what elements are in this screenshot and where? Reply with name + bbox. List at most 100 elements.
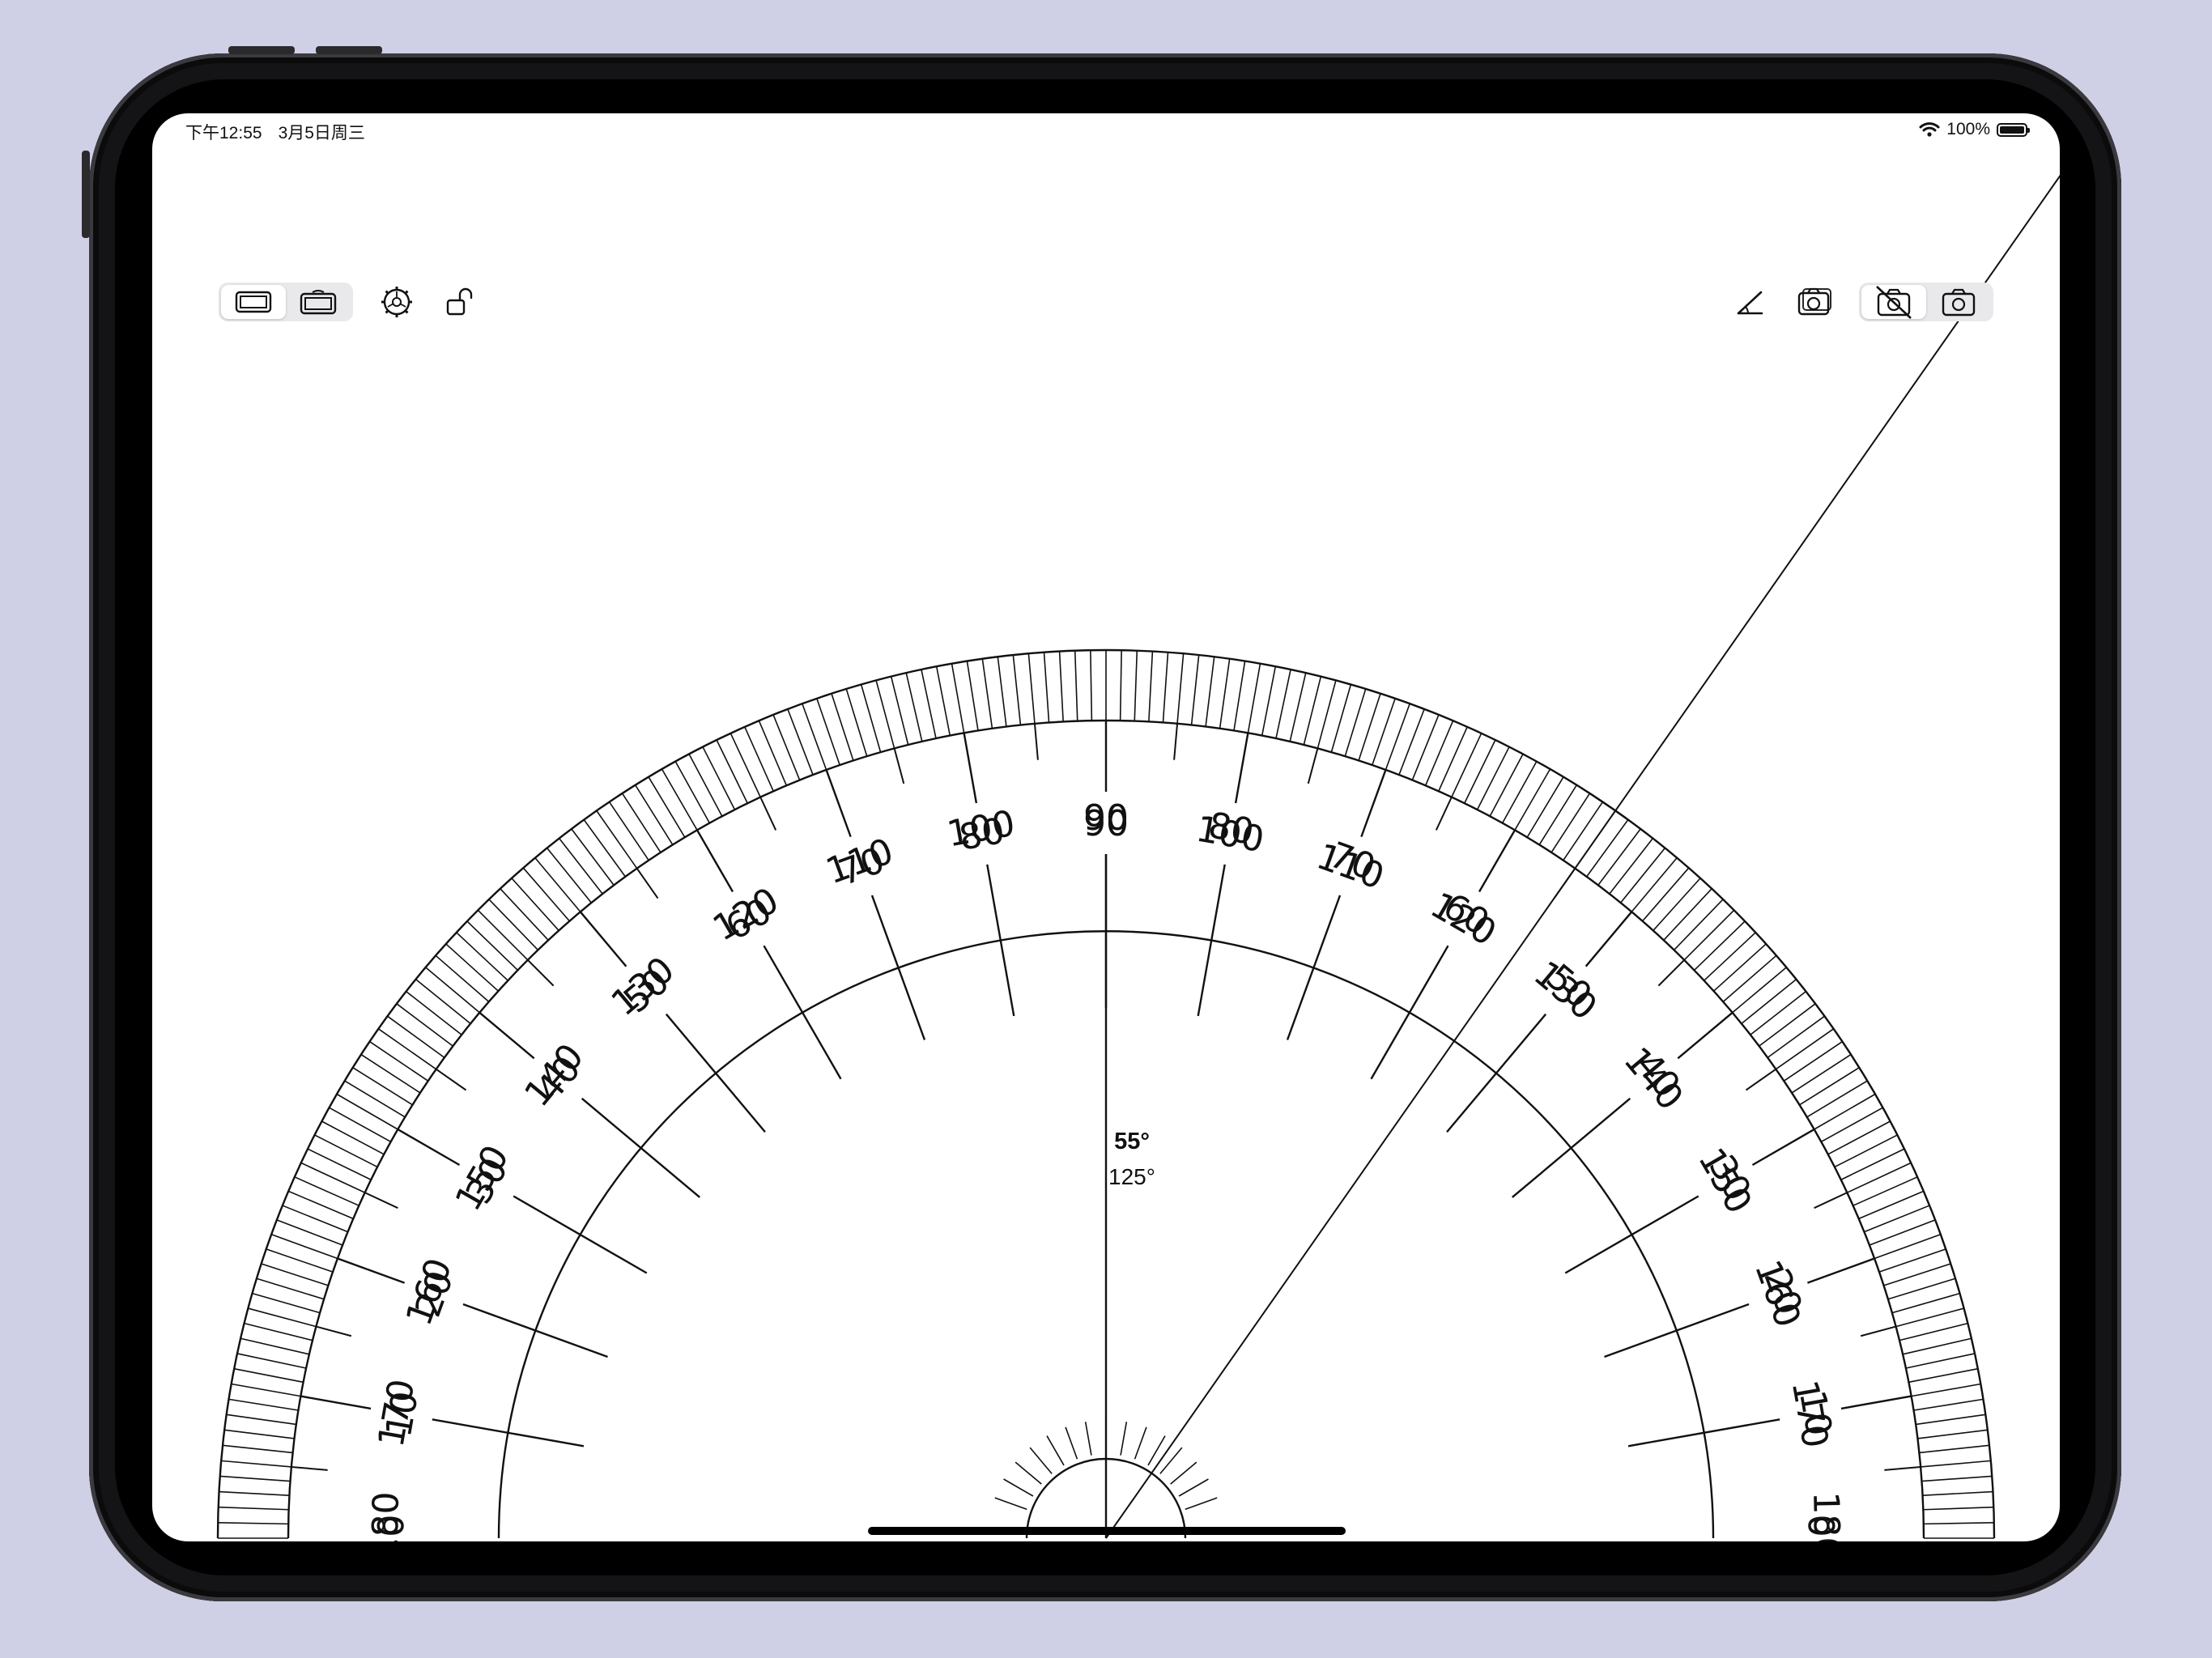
degree-tick: [997, 657, 1007, 727]
degree-tick: [1911, 1383, 1981, 1397]
degree-tick: [1148, 651, 1154, 722]
degree-tick: [1233, 661, 1246, 731]
camera-off-icon: [1876, 286, 1912, 319]
center-tick: [1015, 1461, 1042, 1485]
degree-tick: [1902, 1337, 1972, 1355]
side-button: [82, 151, 90, 238]
gear-icon: [381, 287, 412, 317]
degree-tick: [500, 888, 549, 941]
degree-tick: [336, 1093, 398, 1130]
inner-scale-tick: [1627, 1418, 1780, 1448]
camera-capture-icon: [1797, 287, 1831, 316]
inner-scale-tick: [986, 864, 1015, 1017]
settings-button[interactable]: [364, 278, 429, 326]
degree-tick: [621, 793, 661, 853]
degree-tick: [329, 1107, 392, 1143]
degree-tick: [218, 1522, 289, 1525]
inner-scale-tick: [665, 1013, 766, 1133]
degree-tick: [787, 708, 814, 776]
degree-tick: [406, 990, 462, 1035]
camera-off-button[interactable]: [1861, 285, 1926, 319]
degree-tick: [344, 1080, 406, 1118]
degree-tick: [1683, 909, 1735, 961]
degree-tick: [648, 776, 686, 838]
degree-tick: [558, 838, 603, 895]
degree-tick: [1887, 1278, 1956, 1300]
status-date: 3月5日周三: [278, 124, 365, 142]
home-indicator[interactable]: [868, 1527, 1346, 1535]
degree-tick: [547, 847, 593, 903]
inner-scale-tick: [462, 1303, 608, 1358]
inner-scale-label: 80: [1205, 805, 1257, 853]
degree-tick: [935, 666, 951, 736]
five-degree-tick: [1814, 1192, 1848, 1209]
degree-tick: [1713, 943, 1767, 992]
degree-tick: [352, 1067, 413, 1106]
degree-tick: [1908, 1367, 1978, 1384]
inner-scale-label: 90: [1083, 797, 1129, 839]
degree-tick: [287, 1190, 354, 1220]
five-degree-tick: [316, 1325, 352, 1337]
degree-tick: [314, 1134, 378, 1168]
ten-degree-tick: [1360, 769, 1387, 838]
ten-degree-tick: [300, 1395, 372, 1410]
degree-tick: [445, 943, 499, 992]
lock-button[interactable]: [429, 278, 494, 326]
degree-tick: [1317, 680, 1337, 749]
degree-tick: [1674, 899, 1724, 951]
capture-button[interactable]: [1783, 278, 1848, 326]
center-tick: [1065, 1426, 1078, 1460]
degree-tick: [1538, 784, 1577, 845]
degree-tick: [236, 1353, 307, 1369]
battery-icon: [1997, 122, 2030, 137]
degree-tick: [1923, 1506, 1994, 1511]
degree-tick: [1424, 720, 1454, 786]
camera-on-button[interactable]: [1926, 285, 1991, 319]
protractor[interactable]: 1020304050607080 90 1001101201301401501601…: [152, 113, 2060, 1541]
degree-tick: [1619, 847, 1665, 903]
five-degree-tick: [759, 797, 777, 831]
display-mode-segment: [219, 283, 353, 321]
ten-degree-tick: [696, 829, 734, 893]
degree-tick: [1489, 754, 1524, 817]
degree-tick: [294, 1176, 359, 1206]
degree-tick: [1853, 1176, 1918, 1206]
inner-scale-label: 160: [398, 1253, 461, 1331]
inner-scale-tick: [1197, 864, 1226, 1017]
degree-tick: [321, 1120, 385, 1155]
angle-measure-button[interactable]: [1718, 278, 1783, 326]
inner-scale-tick: [1564, 1195, 1699, 1274]
degree-tick: [1693, 920, 1746, 971]
center-tick: [1029, 1447, 1053, 1474]
inner-scale-tick: [1446, 1013, 1547, 1133]
inner-scale-label: 130: [604, 949, 683, 1024]
degree-tick: [981, 658, 993, 729]
center-tick: [1046, 1435, 1065, 1466]
degree-tick: [435, 954, 490, 1002]
degree-tick: [415, 979, 471, 1025]
degree-tick: [1834, 1134, 1898, 1168]
degree-tick: [1864, 1205, 1930, 1233]
degree-tick: [534, 857, 581, 912]
wifi-icon: [1919, 121, 1940, 138]
inner-scale-tick: [581, 1097, 701, 1198]
degree-tick: [1759, 1003, 1816, 1047]
degree-tick: [1891, 1292, 1960, 1314]
degree-tick: [218, 1506, 289, 1511]
battery-percent: 100%: [1946, 120, 1990, 138]
degree-tick: [1330, 684, 1352, 753]
full-screen-protractor-button[interactable]: [221, 285, 286, 319]
unlocked-padlock-icon: [446, 287, 473, 316]
degree-tick: [1476, 746, 1510, 810]
degree-tick: [674, 761, 711, 824]
five-degree-tick: [893, 748, 905, 784]
window-protractor-button[interactable]: [286, 285, 351, 319]
degree-tick: [377, 1028, 437, 1070]
degree-tick: [1820, 1107, 1883, 1143]
inner-scale-label: 10: [1791, 1388, 1840, 1439]
degree-tick: [425, 967, 480, 1014]
camera-icon: [1942, 288, 1976, 317]
center-tick: [1084, 1422, 1092, 1456]
degree-tick: [396, 1003, 453, 1047]
degree-tick: [1514, 768, 1551, 831]
